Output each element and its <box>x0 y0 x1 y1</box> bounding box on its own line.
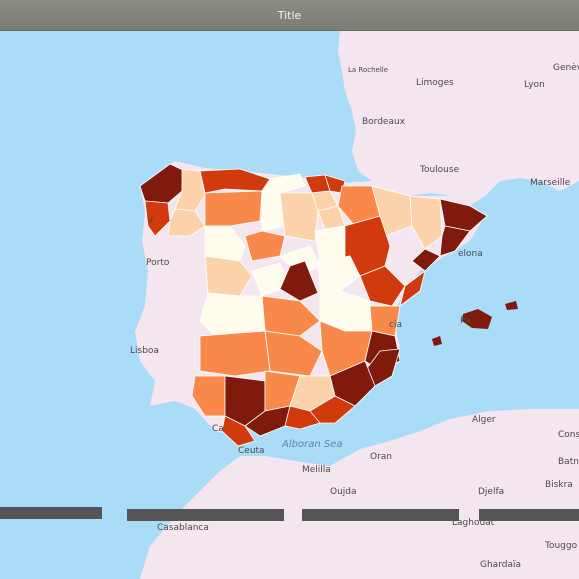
label-oujda: Oujda <box>330 487 357 497</box>
label-la-rochelle: La Rochelle <box>348 66 388 74</box>
label-constantine: Cons <box>558 430 579 440</box>
label-touggourt: Touggo <box>544 541 578 551</box>
label-vigo: V <box>147 216 154 226</box>
label-geneve: Genève <box>553 62 579 73</box>
province-valladolid[interactable] <box>244 230 286 262</box>
label-lisboa: Lisboa <box>130 346 159 356</box>
province-badajoz[interactable] <box>199 330 271 377</box>
label-biskra: Biskra <box>545 480 573 490</box>
label-valencia: cia <box>389 320 402 330</box>
label-alger: Alger <box>472 415 496 425</box>
label-barcelona: elona <box>458 249 483 259</box>
app-window: Title La Rochelle Limoges Lyon Genè Bord… <box>0 0 579 579</box>
window-title: Title <box>277 8 302 22</box>
label-oran: Oran <box>370 452 392 462</box>
overlay-bar-4 <box>479 509 579 521</box>
label-lyon: Lyon <box>524 80 545 90</box>
label-cadiz: Ca <box>212 424 224 434</box>
province-leon[interactable] <box>204 190 263 227</box>
label-porto: Porto <box>146 258 170 268</box>
title-bar: Title <box>0 0 579 31</box>
map-canvas[interactable]: La Rochelle Limoges Lyon Genève Bordeaux… <box>0 31 579 579</box>
overlay-bar-3 <box>302 509 459 521</box>
overlay-bar-1 <box>0 507 102 519</box>
choropleth-map[interactable]: La Rochelle Limoges Lyon Genève Bordeaux… <box>0 31 579 579</box>
label-casablanca: Casablanca <box>157 523 209 533</box>
overlay-bar-2 <box>127 509 284 521</box>
label-melilla: Melilla <box>302 465 331 475</box>
label-bordeaux: Bordeaux <box>362 117 406 127</box>
label-batna: Batna <box>558 457 579 467</box>
label-marseille: Marseille <box>530 178 571 188</box>
label-toulouse: Toulouse <box>419 165 460 175</box>
province-caceres[interactable] <box>199 292 266 337</box>
label-alboran-sea: Alboran Sea <box>281 439 342 450</box>
label-limoges: Limoges <box>416 78 454 88</box>
label-palma: Pa <box>460 316 471 326</box>
label-ceuta: Ceuta <box>238 446 265 456</box>
label-ghardaia: Ghardaïa <box>480 560 521 570</box>
label-djelfa: Djelfa <box>478 487 504 497</box>
province-burgos[interactable] <box>279 192 319 242</box>
